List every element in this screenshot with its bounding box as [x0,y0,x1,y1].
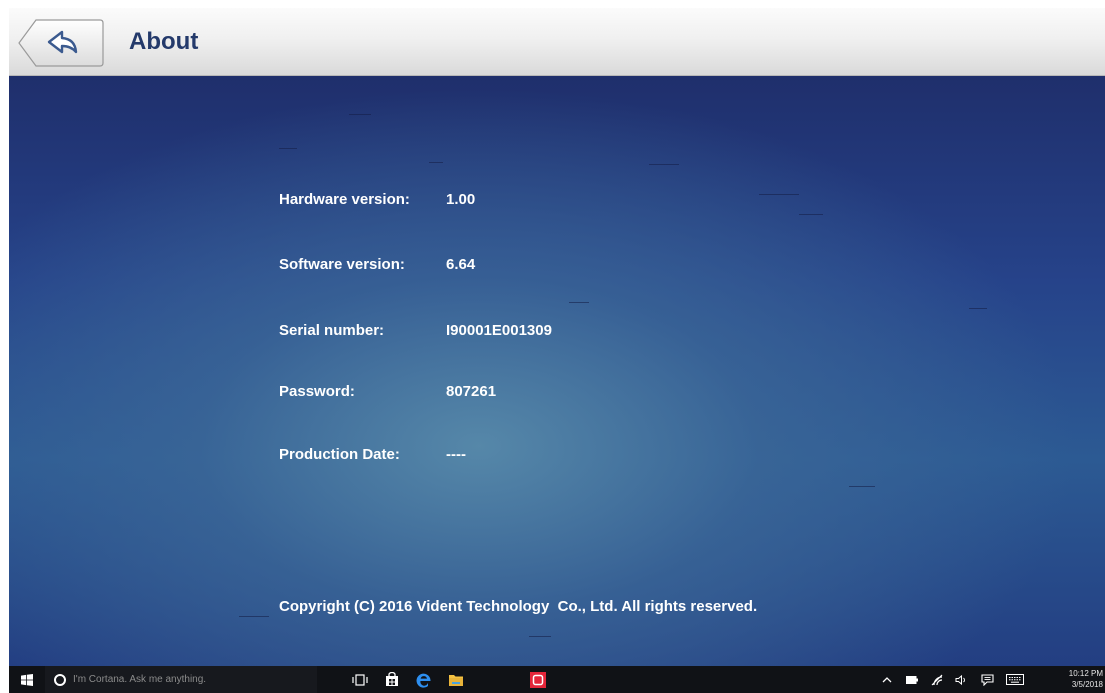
hardware-version-value: 1.00 [446,191,476,208]
clock[interactable]: 10:12 PM 3/5/2018 [1069,668,1103,690]
battery-button[interactable] [902,666,922,693]
app-button[interactable] [524,666,552,693]
store-icon [386,672,398,686]
password-value: 807261 [446,383,497,400]
background-streak [569,302,589,303]
show-hidden-icons-button[interactable] [877,666,897,693]
serial-number-value: I90001E001309 [446,322,552,339]
about-panel: Hardware version: 1.00 Software version:… [9,76,1105,666]
software-version-label: Software version: [279,256,405,273]
app-icon [530,671,546,688]
action-center-icon [980,673,994,686]
page-title: About [129,28,199,55]
screen: About Hardware version: 1.00 Software ve… [0,0,1105,693]
file-explorer-icon [449,674,463,686]
background-streak [759,194,799,195]
back-button[interactable] [18,19,104,67]
background-streak [429,162,443,163]
task-view-icon [352,673,368,686]
network-icon [931,674,943,685]
clock-date: 3/5/2018 [1071,680,1103,689]
serial-number-label: Serial number: [279,322,385,339]
taskbar: I'm Cortana. Ask me anything. 10:12 PM 3… [9,666,1105,693]
start-button[interactable] [9,666,45,693]
copyright-text: Copyright (C) 2016 Vident Technology Co.… [279,598,758,615]
production-date-value: ---- [446,446,466,463]
edge-icon [416,673,431,688]
touch-keyboard-button[interactable] [1002,666,1028,693]
password-label: Password: [279,383,355,400]
battery-icon [906,675,918,684]
software-version-value: 6.64 [446,256,476,273]
action-center-button[interactable] [976,666,998,693]
file-explorer-button[interactable] [442,666,470,693]
windows-logo-icon [21,673,33,686]
back-arrow-icon [18,19,104,67]
title-bar: About [9,8,1105,76]
background-streak [349,114,371,115]
chevron-up-icon [882,676,892,682]
store-button[interactable] [378,666,406,693]
hardware-version-label: Hardware version: [279,191,410,208]
background-streak [849,486,875,487]
cortana-search-box[interactable]: I'm Cortana. Ask me anything. [45,666,317,693]
cortana-circle-icon [54,673,66,686]
volume-button[interactable] [951,666,971,693]
background-streak [529,636,551,637]
network-button[interactable] [927,666,947,693]
task-view-button[interactable] [347,666,373,693]
clock-time: 10:12 PM [1068,669,1103,678]
background-streak [969,308,987,309]
volume-icon [955,674,965,685]
production-date-label: Production Date: [279,446,400,463]
background-streak [799,214,823,215]
cortana-placeholder: I'm Cortana. Ask me anything. [73,674,207,685]
background-streak [649,164,679,165]
background-streak [279,148,297,149]
keyboard-icon [1006,674,1024,685]
background-streak [239,616,269,617]
edge-button[interactable] [410,666,438,693]
